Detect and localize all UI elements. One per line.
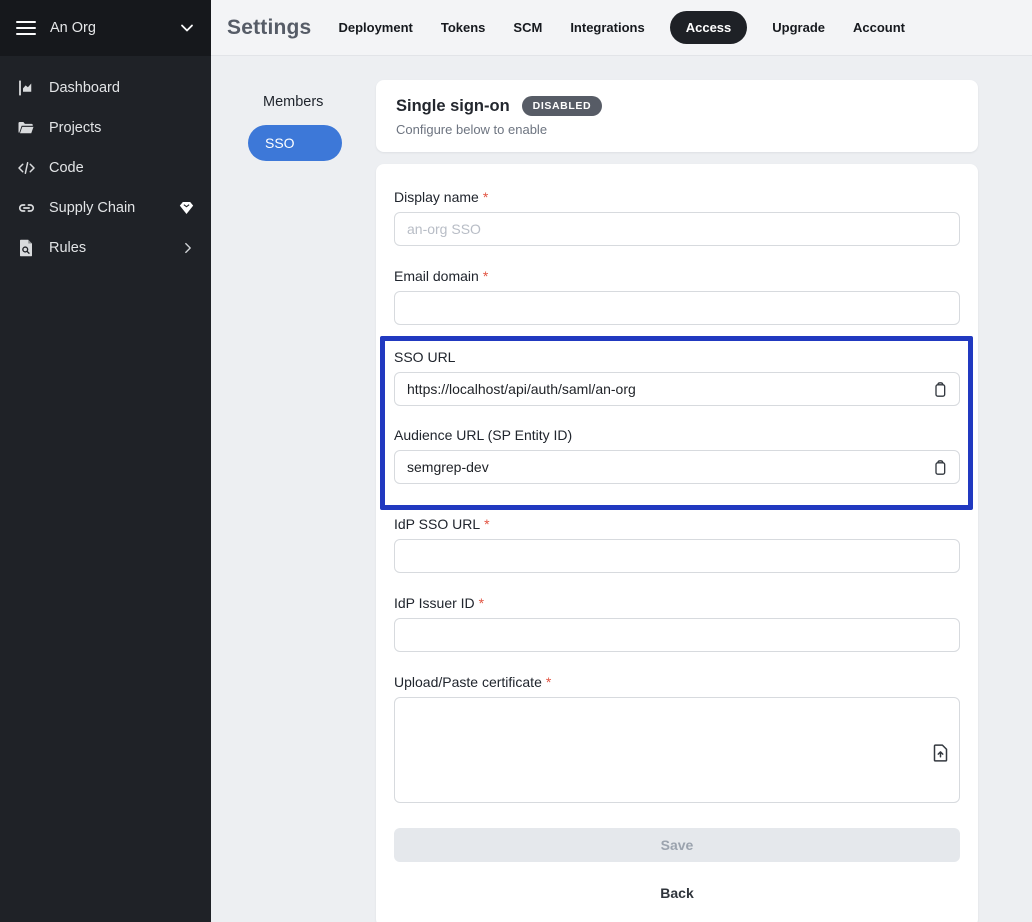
access-subnav: Members SSO: [211, 56, 376, 922]
sso-card-title: Single sign-on: [396, 97, 510, 116]
required-marker: *: [484, 516, 489, 532]
sidebar-item-label: Rules: [49, 240, 86, 256]
required-marker: *: [479, 595, 484, 611]
sso-url-label: SSO URL: [394, 349, 455, 365]
email-domain-field-group: Email domain*: [394, 268, 960, 325]
display-name-input[interactable]: [394, 212, 960, 246]
app-root: An Org Dashboard Projects: [0, 0, 1032, 922]
idp-sso-url-input[interactable]: [394, 539, 960, 573]
idp-issuer-id-field-group: IdP Issuer ID*: [394, 595, 960, 652]
sso-settings: Single sign-on DISABLED Configure below …: [376, 80, 978, 922]
dashboard-chart-icon: [16, 79, 36, 97]
save-button[interactable]: Save: [394, 828, 960, 862]
sidebar: An Org Dashboard Projects: [0, 0, 211, 922]
idp-sso-url-field-group: IdP SSO URL*: [394, 516, 960, 573]
code-icon: [16, 159, 36, 177]
file-search-icon: [16, 239, 36, 257]
email-domain-input[interactable]: [394, 291, 960, 325]
content-area: Members SSO Single sign-on DISABLED Conf…: [211, 56, 1032, 922]
chevron-down-icon: [179, 20, 195, 36]
sidebar-item-label: Dashboard: [49, 80, 120, 96]
audience-url-label: Audience URL (SP Entity ID): [394, 427, 572, 443]
subnav-item-sso[interactable]: SSO: [248, 125, 342, 161]
sso-card-subtitle: Configure below to enable: [396, 122, 958, 137]
audience-url-field-group: Audience URL (SP Entity ID): [394, 427, 960, 484]
tab-tokens[interactable]: Tokens: [441, 20, 486, 35]
premium-gem-icon: [178, 200, 195, 216]
display-name-field-group: Display name*: [394, 189, 960, 246]
tab-scm[interactable]: SCM: [513, 20, 542, 35]
sidebar-item-supply-chain[interactable]: Supply Chain: [0, 188, 211, 228]
audience-url-input[interactable]: [394, 450, 960, 484]
clipboard-icon: [932, 459, 948, 476]
sso-url-input[interactable]: [394, 372, 960, 406]
sidebar-item-rules[interactable]: Rules: [0, 228, 211, 268]
tab-upgrade[interactable]: Upgrade: [772, 20, 825, 35]
topbar: Settings Deployment Tokens SCM Integrati…: [211, 0, 1032, 56]
sidebar-item-code[interactable]: Code: [0, 148, 211, 188]
copy-sso-url-button[interactable]: [931, 380, 949, 398]
required-marker: *: [546, 674, 551, 690]
sidebar-item-dashboard[interactable]: Dashboard: [0, 68, 211, 108]
settings-tabs: Deployment Tokens SCM Integrations Acces…: [338, 11, 905, 44]
subnav-item-members[interactable]: Members: [263, 94, 376, 110]
idp-issuer-id-label: IdP Issuer ID: [394, 595, 475, 611]
required-marker: *: [483, 189, 488, 205]
back-link[interactable]: Back: [394, 885, 960, 901]
tab-deployment[interactable]: Deployment: [338, 20, 412, 35]
required-marker: *: [483, 268, 488, 284]
link-icon: [16, 199, 36, 217]
status-badge: DISABLED: [522, 96, 602, 116]
tab-access[interactable]: Access: [670, 11, 748, 44]
sidebar-item-projects[interactable]: Projects: [0, 108, 211, 148]
tab-account[interactable]: Account: [853, 20, 905, 35]
idp-sso-url-label: IdP SSO URL: [394, 516, 480, 532]
main-area: Settings Deployment Tokens SCM Integrati…: [211, 0, 1032, 922]
email-domain-label: Email domain: [394, 268, 479, 284]
sidebar-nav: Dashboard Projects Code Supply Chain: [0, 56, 211, 268]
certificate-field-group: Upload/Paste certificate*: [394, 674, 960, 808]
certificate-textarea[interactable]: [394, 697, 960, 803]
menu-icon[interactable]: [16, 20, 36, 36]
display-name-label: Display name: [394, 189, 479, 205]
org-switcher[interactable]: An Org: [0, 0, 211, 56]
highlight-box: SSO URL Audience URL: [380, 336, 973, 510]
sidebar-item-label: Projects: [49, 120, 101, 136]
file-upload-icon: [933, 744, 948, 762]
tab-integrations[interactable]: Integrations: [570, 20, 644, 35]
sso-url-field-group: SSO URL: [394, 349, 960, 406]
copy-audience-url-button[interactable]: [931, 458, 949, 476]
sso-form-card: Display name* Email domain* SSO U: [376, 164, 978, 922]
clipboard-icon: [932, 381, 948, 398]
certificate-label: Upload/Paste certificate: [394, 674, 542, 690]
sidebar-item-label: Supply Chain: [49, 200, 135, 216]
page-title: Settings: [227, 16, 311, 40]
sso-status-card: Single sign-on DISABLED Configure below …: [376, 80, 978, 152]
org-name: An Org: [50, 20, 96, 36]
chevron-right-icon: [181, 241, 195, 255]
idp-issuer-id-input[interactable]: [394, 618, 960, 652]
folder-icon: [16, 119, 36, 137]
sidebar-item-label: Code: [49, 160, 84, 176]
upload-certificate-button[interactable]: [931, 744, 949, 762]
